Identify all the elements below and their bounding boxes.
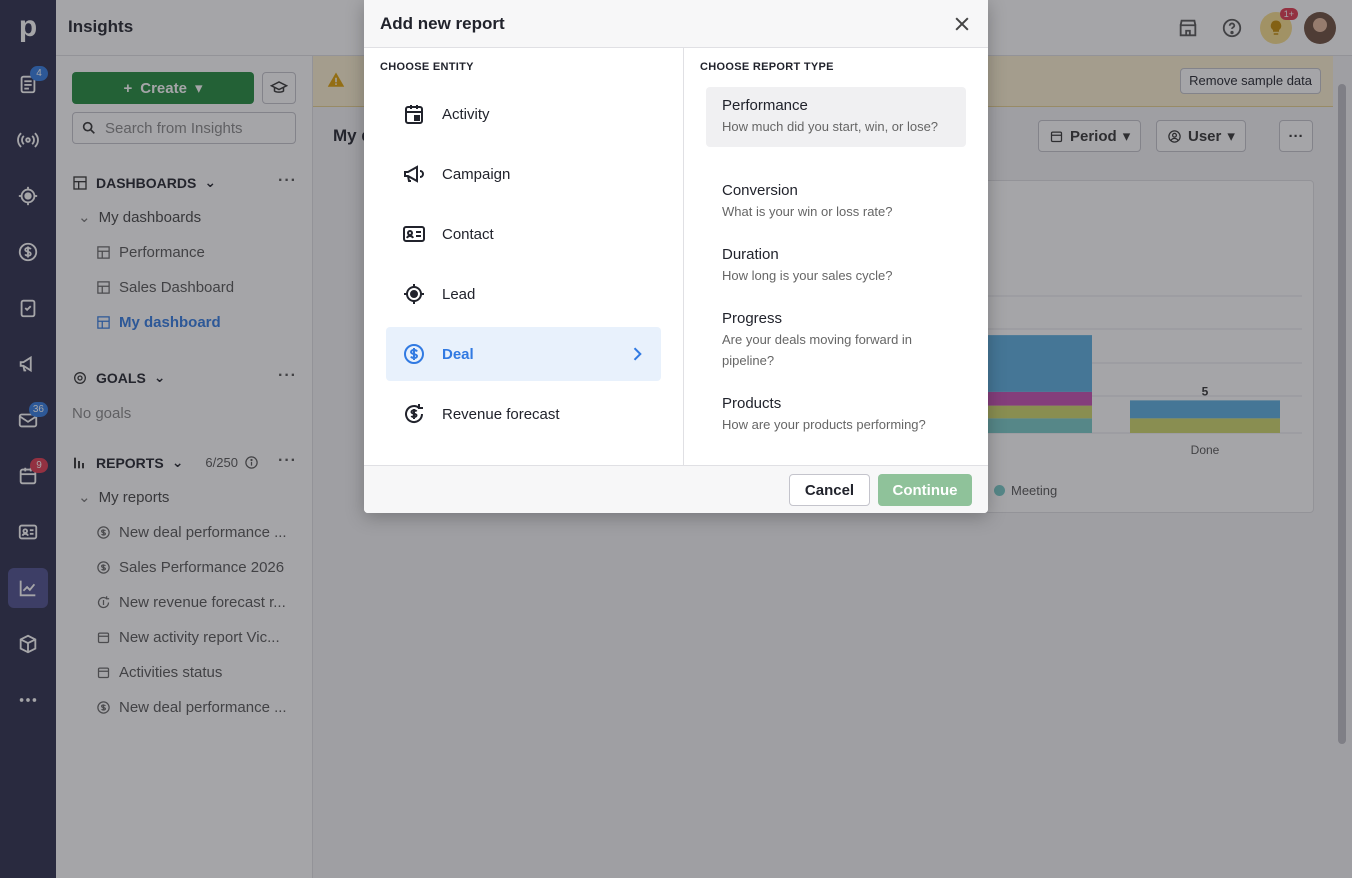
entity-label: Lead — [442, 285, 476, 303]
report-type-desc: How much did you start, win, or lose? — [722, 119, 939, 134]
entity-label: Campaign — [442, 165, 511, 183]
entity-column-header: CHOOSE ENTITY — [380, 61, 474, 73]
modal-title: Add new report — [380, 14, 505, 33]
cancel-button[interactable]: Cancel — [789, 474, 870, 506]
report-type-title: Products — [722, 395, 782, 412]
close-icon — [955, 17, 969, 31]
entity-column: CHOOSE ENTITY Activity Campaign Contact … — [364, 48, 684, 465]
chevron-right-icon — [633, 347, 642, 361]
entity-campaign[interactable]: Campaign — [386, 147, 661, 201]
report-type-desc: How long is your sales cycle? — [722, 268, 893, 283]
report-type-column: CHOOSE REPORT TYPE Performance How much … — [684, 48, 988, 465]
entity-activity[interactable]: Activity — [386, 87, 661, 141]
report-type-title: Duration — [722, 246, 779, 263]
report-type-progress[interactable]: Progress Are your deals moving forward i… — [706, 300, 966, 381]
entity-label: Contact — [442, 225, 494, 243]
entity-contact[interactable]: Contact — [386, 207, 661, 261]
modal-header: Add new report — [364, 0, 988, 48]
report-type-desc: Are your deals moving forward in pipelin… — [722, 332, 913, 368]
calendar-icon — [405, 105, 423, 124]
revenue-forecast-icon — [405, 404, 424, 423]
entity-lead[interactable]: Lead — [386, 267, 661, 321]
contact-card-icon — [403, 226, 425, 242]
report-type-performance[interactable]: Performance How much did you start, win,… — [706, 87, 966, 147]
entity-label: Revenue forecast — [442, 405, 560, 423]
report-type-column-header: CHOOSE REPORT TYPE — [700, 61, 834, 73]
report-type-title: Conversion — [722, 182, 798, 199]
entity-label: Deal — [442, 345, 474, 363]
modal-body: CHOOSE ENTITY Activity Campaign Contact … — [364, 48, 988, 465]
continue-button[interactable]: Continue — [878, 474, 972, 506]
megaphone-icon — [404, 165, 424, 183]
add-report-modal: Add new report CHOOSE ENTITY Activity Ca… — [364, 0, 988, 513]
report-type-desc: What is your win or loss rate? — [722, 204, 893, 219]
dollar-icon — [404, 344, 424, 364]
entity-deal[interactable]: Deal — [386, 327, 661, 381]
report-type-duration[interactable]: Duration How long is your sales cycle? — [706, 236, 966, 296]
report-type-title: Performance — [722, 97, 808, 114]
report-type-products[interactable]: Products How are your products performin… — [706, 385, 966, 445]
entity-label: Activity — [442, 105, 490, 123]
report-type-title: Progress — [722, 310, 783, 327]
close-button[interactable] — [952, 14, 972, 34]
report-type-conversion[interactable]: Conversion What is your win or loss rate… — [706, 172, 966, 232]
target-icon — [404, 284, 424, 304]
entity-revenue-forecast[interactable]: Revenue forecast — [386, 387, 661, 441]
report-type-desc: How are your products performing? — [722, 417, 926, 432]
modal-footer: Cancel Continue — [364, 465, 988, 513]
